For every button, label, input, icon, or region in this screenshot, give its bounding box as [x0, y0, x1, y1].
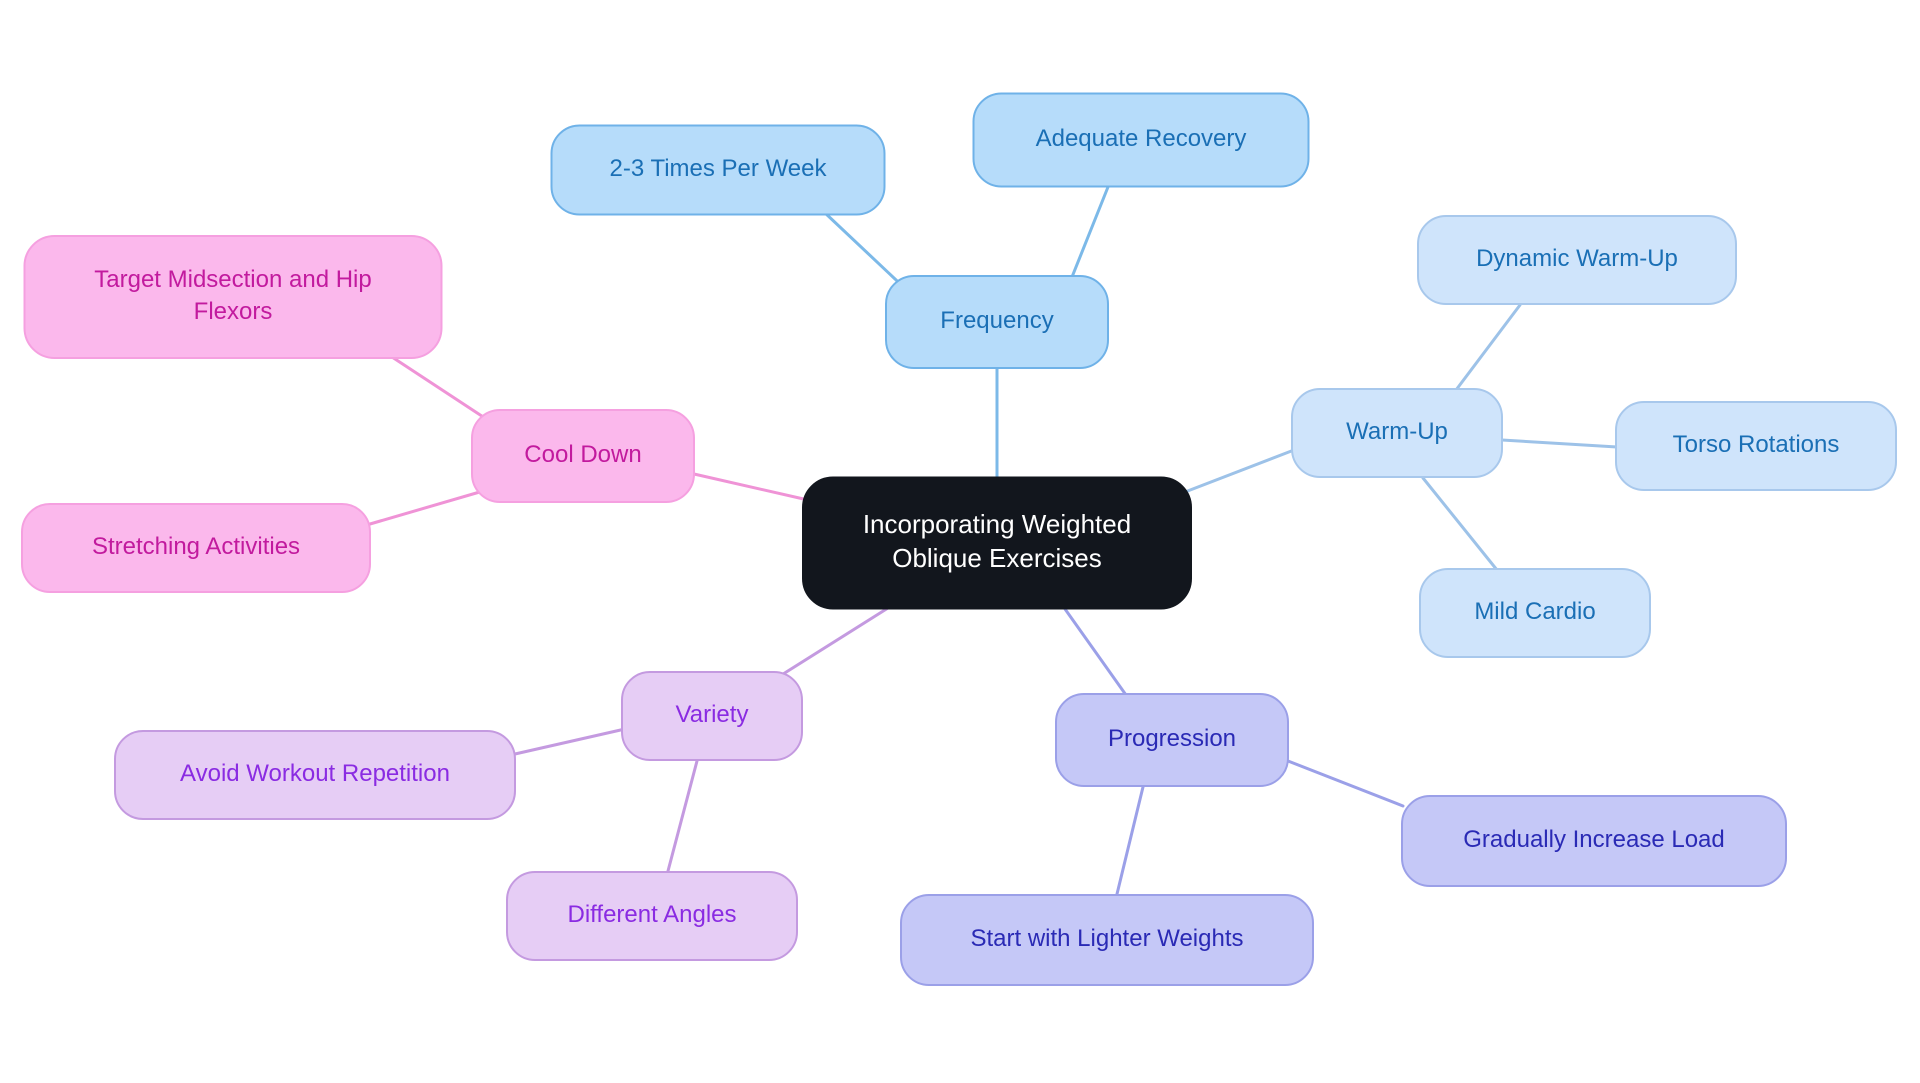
node-mild-cardio[interactable]: Mild Cardio	[1419, 568, 1651, 658]
node-label-variety: Variety	[676, 701, 749, 728]
node-label-frequency: Frequency	[940, 307, 1053, 334]
node-frequency[interactable]: Frequency	[885, 275, 1109, 369]
mindmap-canvas-container: 2-3 Times Per Week Adequate Recovery Frequ…	[0, 0, 1920, 1083]
node-label-times-per-week: 2-3 Times Per Week	[610, 155, 828, 182]
connector-variety-to-different-angles	[666, 759, 699, 873]
node-label-warm-up: Warm-Up	[1346, 418, 1448, 445]
node-start-with-lighter-weights[interactable]: Start with Lighter Weights	[900, 894, 1314, 986]
node-label-cool-down: Cool Down	[524, 441, 641, 468]
node-cool-down[interactable]: Cool Down	[471, 409, 695, 503]
node-label-start-with-lighter-weights: Start with Lighter Weights	[970, 925, 1243, 952]
node-torso-rotations[interactable]: Torso Rotations	[1615, 401, 1897, 491]
mindmap-diagram: 2-3 Times Per Week Adequate Recovery Frequ…	[21, 92, 1897, 986]
connector-progression-to-gradually-increase-load	[1286, 759, 1405, 808]
node-target-midsection-hip-flexors[interactable]: Target Midsection and Hip Flexors	[23, 235, 443, 359]
node-avoid-workout-repetition[interactable]: Avoid Workout Repetition	[114, 730, 516, 820]
nodes-layer: 2-3 Times Per Week Adequate Recovery Frequ…	[21, 92, 1897, 986]
node-adequate-recovery[interactable]: Adequate Recovery	[972, 92, 1310, 188]
node-label-torso-rotations: Torso Rotations	[1673, 431, 1840, 458]
connector-root-to-cool-down	[692, 472, 810, 502]
connector-variety-to-avoid-workout-repetition	[513, 727, 627, 756]
node-stretching-activities[interactable]: Stretching Activities	[21, 503, 371, 593]
connector-cool-down-to-stretching-activities	[368, 487, 492, 526]
node-gradually-increase-load[interactable]: Gradually Increase Load	[1401, 795, 1787, 887]
node-label-gradually-increase-load: Gradually Increase Load	[1463, 826, 1725, 853]
connector-warm-up-to-torso-rotations	[1500, 438, 1619, 449]
node-times-per-week[interactable]: 2-3 Times Per Week	[550, 124, 886, 216]
connector-progression-to-start-with-lighter-weights	[1115, 785, 1145, 896]
node-label-mild-cardio: Mild Cardio	[1474, 598, 1595, 625]
connector-root-to-variety	[770, 606, 890, 683]
connector-root-to-warm-up	[1183, 448, 1296, 494]
node-label-avoid-workout-repetition: Avoid Workout Repetition	[180, 760, 450, 787]
node-progression[interactable]: Progression	[1055, 693, 1289, 787]
connector-root-to-progression	[1063, 607, 1128, 697]
node-shape-target-midsection-hip-flexors	[23, 235, 443, 359]
node-label-dynamic-warm-up: Dynamic Warm-Up	[1476, 245, 1678, 272]
node-label-stretching-activities: Stretching Activities	[92, 533, 300, 560]
node-variety[interactable]: Variety	[621, 671, 803, 761]
root-node-root[interactable]: Incorporating Weighted Oblique Exercises	[802, 476, 1192, 610]
node-different-angles[interactable]: Different Angles	[506, 871, 798, 961]
node-dynamic-warm-up[interactable]: Dynamic Warm-Up	[1417, 215, 1737, 305]
node-label-progression: Progression	[1108, 725, 1236, 752]
connector-warm-up-to-dynamic-warm-up	[1448, 303, 1522, 400]
node-label-adequate-recovery: Adequate Recovery	[1036, 125, 1247, 152]
connector-warm-up-to-mild-cardio	[1421, 476, 1499, 572]
node-label-different-angles: Different Angles	[568, 901, 737, 928]
node-warm-up[interactable]: Warm-Up	[1291, 388, 1503, 478]
